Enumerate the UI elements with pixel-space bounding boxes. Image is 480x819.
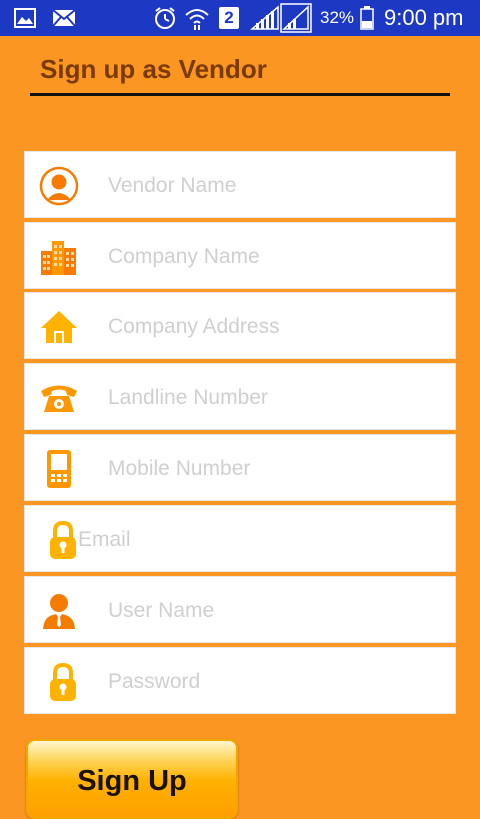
mobile-number-field[interactable]: Mobile Number bbox=[24, 434, 456, 501]
page-title: Sign up as Vendor bbox=[40, 54, 267, 84]
wifi-icon bbox=[184, 0, 210, 36]
sim-2-icon: 2 bbox=[219, 0, 239, 36]
mobile-number-placeholder: Mobile Number bbox=[108, 457, 251, 480]
battery-percent: 32% bbox=[320, 8, 355, 27]
company-address-field[interactable]: Company Address bbox=[24, 292, 456, 359]
lock-icon bbox=[43, 662, 83, 702]
home-icon bbox=[39, 307, 79, 347]
status-bar: 2 32% 9:00 pm bbox=[0, 0, 480, 36]
lock-icon bbox=[43, 520, 83, 560]
email-placeholder: Email bbox=[78, 528, 131, 551]
email-field[interactable]: Email bbox=[24, 505, 456, 572]
battery-icon bbox=[360, 0, 374, 36]
password-placeholder: Password bbox=[108, 670, 201, 693]
landline-number-placeholder: Landline Number bbox=[108, 386, 268, 409]
company-name-placeholder: Company Name bbox=[108, 245, 260, 268]
vendor-name-placeholder: Vendor Name bbox=[108, 174, 237, 197]
sign-up-button[interactable]: Sign Up bbox=[26, 739, 238, 819]
clock-time: 9:00 pm bbox=[384, 5, 464, 30]
user-name-field[interactable]: User Name bbox=[24, 576, 456, 643]
company-name-field[interactable]: Company Name bbox=[24, 222, 456, 289]
landline-number-field[interactable]: Landline Number bbox=[24, 363, 456, 430]
title-divider bbox=[30, 93, 450, 96]
sim-badge: 2 bbox=[224, 8, 234, 27]
alarm-icon bbox=[153, 0, 177, 36]
signal-icon bbox=[250, 0, 280, 36]
image-notification-icon bbox=[14, 0, 36, 36]
buildings-icon bbox=[39, 237, 79, 277]
sign-up-label: Sign Up bbox=[77, 765, 187, 797]
signal-icon-2 bbox=[280, 0, 312, 36]
mobile-phone-icon bbox=[39, 449, 79, 489]
mail-icon bbox=[52, 0, 76, 36]
telephone-icon bbox=[39, 378, 79, 418]
company-address-placeholder: Company Address bbox=[108, 315, 280, 338]
person-circle-icon bbox=[39, 166, 79, 206]
user-icon bbox=[39, 591, 79, 631]
user-name-placeholder: User Name bbox=[108, 599, 215, 622]
password-field[interactable]: Password bbox=[24, 647, 456, 714]
vendor-name-field[interactable]: Vendor Name bbox=[24, 151, 456, 218]
